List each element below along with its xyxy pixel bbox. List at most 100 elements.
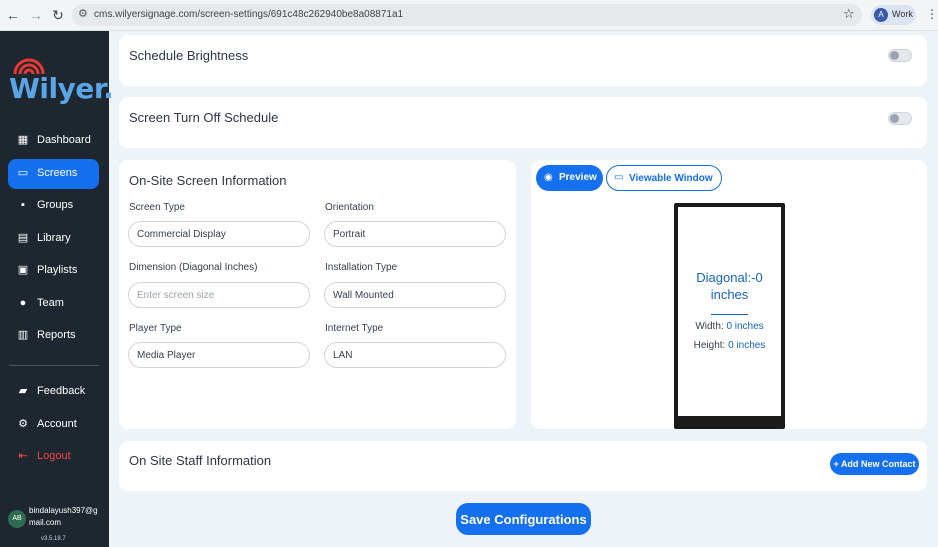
- player-type-select[interactable]: Media Player: [128, 342, 310, 368]
- sidebar-item-label: Dashboard: [37, 134, 91, 146]
- sidebar-item-logout[interactable]: ⇤ Logout: [8, 442, 99, 472]
- screen-preview-display: Diagonal:-0 inches Width: 0 inches Heigh…: [678, 207, 781, 416]
- screen-type-label: Screen Type: [129, 202, 185, 213]
- viewable-window-button[interactable]: ▭ Viewable Window: [606, 165, 722, 191]
- player-type-label: Player Type: [129, 323, 182, 334]
- browser-toolbar: ← → ↻ ⚙ cms.wilyersignage.com/screen-set…: [0, 0, 938, 31]
- feedback-icon: ▰: [18, 385, 28, 397]
- dimension-placeholder: Enter screen size: [137, 290, 215, 301]
- orientation-select[interactable]: Portrait: [324, 221, 506, 247]
- sidebar-item-label: Reports: [37, 329, 76, 341]
- sidebar-item-playlists[interactable]: ▣ Playlists: [8, 256, 99, 286]
- sidebar-item-library[interactable]: ▤ Library: [8, 224, 99, 254]
- profile-avatar: A: [874, 8, 888, 22]
- dimension-input[interactable]: Enter screen size: [128, 282, 310, 308]
- sidebar-item-label: Groups: [37, 199, 74, 211]
- back-icon[interactable]: ←: [4, 6, 22, 24]
- diagonal-text: Diagonal:-0 inches: [696, 270, 763, 302]
- schedule-brightness-toggle[interactable]: [888, 49, 912, 62]
- sidebar-item-groups[interactable]: ▪ Groups: [8, 191, 99, 221]
- sidebar: Wilyer. ▦ Dashboard ▭ Screens ▪ Groups ▤…: [0, 31, 114, 547]
- sidebar-item-reports[interactable]: ▥ Reports: [8, 321, 99, 351]
- window-icon: ▭: [614, 172, 624, 183]
- address-bar[interactable]: ⚙ cms.wilyersignage.com/screen-settings/…: [72, 4, 862, 26]
- save-configurations-label: Save Configurations: [460, 512, 587, 527]
- schedule-brightness-title: Schedule Brightness: [129, 48, 249, 63]
- app-version: v3.5.18.7: [41, 536, 66, 542]
- sidebar-item-label: Team: [37, 297, 64, 309]
- orientation-label: Orientation: [325, 202, 374, 213]
- dimension-label: Dimension (Diagonal Inches): [129, 262, 258, 273]
- sidebar-item-screens[interactable]: ▭ Screens: [8, 159, 99, 189]
- user-email: bindalayush397@gmail.com: [29, 506, 98, 527]
- toggle-knob: [890, 51, 899, 60]
- screen-turn-off-title: Screen Turn Off Schedule: [129, 110, 279, 125]
- sidebar-item-dashboard[interactable]: ▦ Dashboard: [8, 126, 99, 156]
- internet-type-label: Internet Type: [325, 323, 384, 334]
- gear-icon: ⚙: [18, 418, 28, 430]
- screen-turn-off-card: Screen Turn Off Schedule: [119, 97, 927, 148]
- playlist-icon: ▣: [17, 264, 29, 276]
- width-row: Width: 0 inches: [678, 321, 781, 332]
- screen-type-select[interactable]: Commercial Display: [128, 221, 310, 247]
- sidebar-item-label: Feedback: [37, 385, 86, 397]
- team-icon: ●: [19, 297, 27, 309]
- sidebar-item-label: Account: [37, 418, 77, 430]
- clipboard-icon: ▥: [17, 329, 29, 341]
- sidebar-item-label: Logout: [37, 450, 71, 462]
- screen-preview-device: Diagonal:-0 inches Width: 0 inches Heigh…: [674, 203, 785, 429]
- film-icon: ▤: [17, 232, 29, 244]
- user-avatar[interactable]: AB: [8, 510, 26, 528]
- monitor-icon: ▭: [17, 167, 29, 179]
- logout-icon: ⇤: [18, 450, 28, 462]
- sidebar-divider: [9, 365, 99, 366]
- reload-icon[interactable]: ↻: [49, 6, 67, 24]
- sidebar-item-team[interactable]: ● Team: [8, 289, 99, 319]
- dashboard-icon: ▦: [17, 134, 29, 146]
- wilyer-logo[interactable]: Wilyer.: [9, 56, 114, 106]
- site-info-icon[interactable]: ⚙: [78, 7, 88, 20]
- sidebar-item-label: Playlists: [37, 264, 78, 276]
- browser-menu-icon[interactable]: ⋮: [926, 7, 938, 21]
- onsite-info-card: On-Site Screen Information Screen Type C…: [119, 160, 516, 429]
- installation-type-value: Wall Mounted: [333, 290, 394, 301]
- installation-type-label: Installation Type: [325, 262, 398, 273]
- sidebar-item-account[interactable]: ⚙ Account: [8, 410, 99, 440]
- eye-icon: ◉: [544, 172, 553, 183]
- staff-info-title: On Site Staff Information: [129, 453, 272, 468]
- height-row: Height: 0 inches: [678, 340, 781, 351]
- bookmark-star-icon[interactable]: ☆: [843, 6, 855, 22]
- orientation-value: Portrait: [333, 229, 366, 240]
- add-new-contact-label: + Add New Contact: [833, 459, 916, 469]
- sidebar-item-feedback[interactable]: ▰ Feedback: [8, 377, 99, 407]
- schedule-brightness-card: Schedule Brightness: [119, 35, 927, 86]
- height-label: Height:: [693, 340, 726, 351]
- internet-type-select[interactable]: LAN: [324, 342, 506, 368]
- add-new-contact-button[interactable]: + Add New Contact: [830, 453, 919, 475]
- internet-type-value: LAN: [333, 350, 353, 361]
- screen-type-value: Commercial Display: [137, 229, 226, 240]
- diagonal-divider: [711, 314, 748, 315]
- height-value: 0 inches: [728, 340, 766, 351]
- onsite-info-title: On-Site Screen Information: [129, 173, 287, 188]
- url-text: cms.wilyersignage.com/screen-settings/69…: [94, 9, 404, 20]
- screen-turn-off-toggle[interactable]: [888, 112, 912, 125]
- installation-type-select[interactable]: Wall Mounted: [324, 282, 506, 308]
- profile-button[interactable]: A Work: [871, 5, 916, 25]
- preview-card: ◉ Preview ▭ Viewable Window Diagonal:-0 …: [531, 160, 927, 429]
- viewable-window-label: Viewable Window: [629, 173, 713, 184]
- toggle-knob: [890, 114, 899, 123]
- profile-label: Work: [892, 9, 913, 19]
- preview-button[interactable]: ◉ Preview: [536, 165, 603, 191]
- width-label: Width:: [695, 321, 724, 332]
- preview-button-label: Preview: [559, 172, 597, 183]
- sidebar-item-label: Library: [37, 232, 71, 244]
- staff-info-card: On Site Staff Information + Add New Cont…: [119, 441, 927, 491]
- sidebar-item-label: Screens: [37, 167, 78, 179]
- grid-icon: ▪: [21, 199, 25, 211]
- logo-text: Wilyer.: [9, 72, 114, 105]
- width-value: 0 inches: [726, 321, 764, 332]
- player-type-value: Media Player: [137, 350, 196, 361]
- save-configurations-button[interactable]: Save Configurations: [456, 503, 591, 535]
- forward-icon[interactable]: →: [27, 6, 45, 24]
